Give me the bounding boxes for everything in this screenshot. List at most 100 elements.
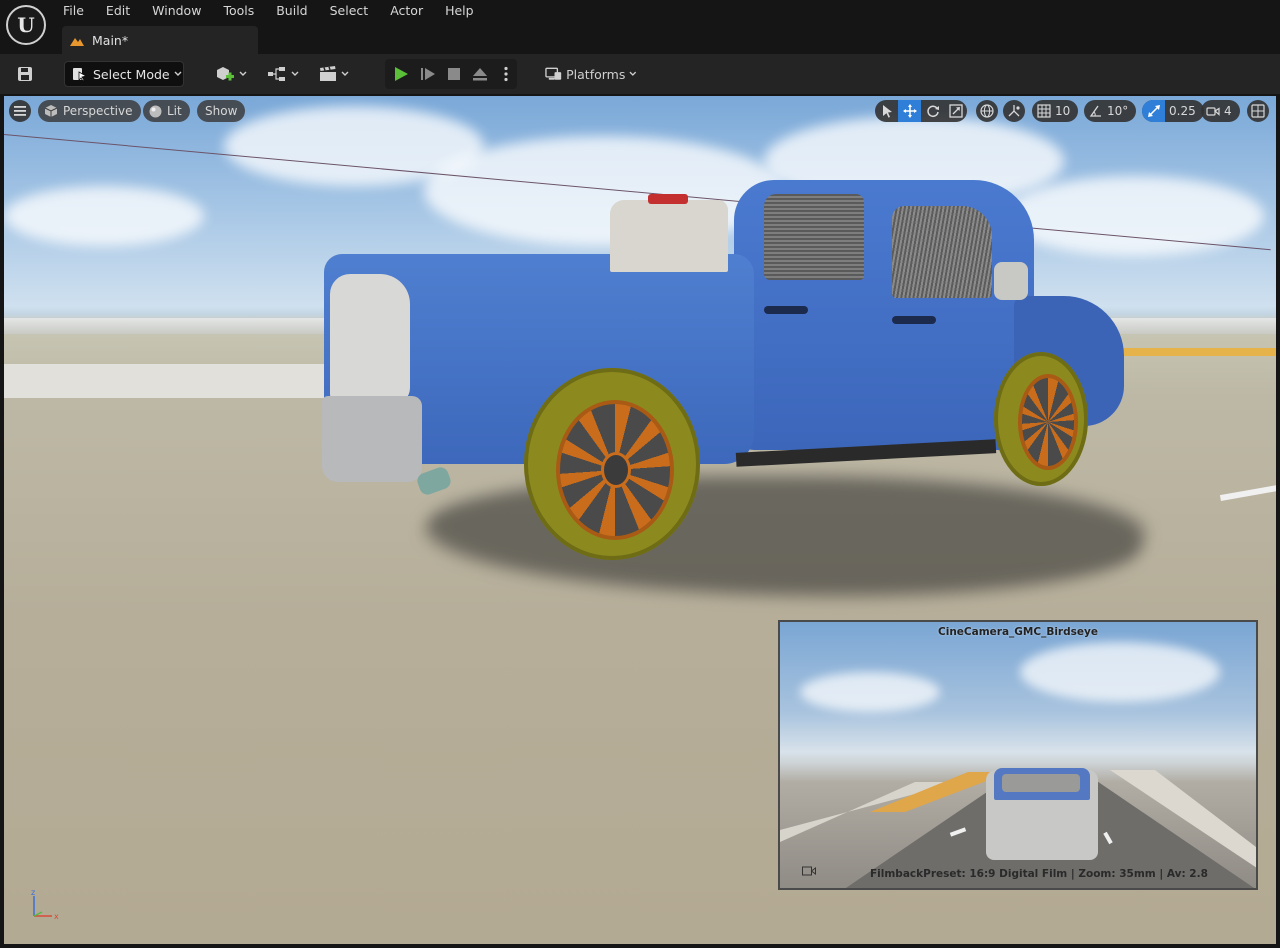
menu-build[interactable]: Build [265, 2, 318, 20]
menu-file[interactable]: File [52, 2, 95, 20]
level-icon [70, 38, 84, 46]
show-label: Show [205, 104, 238, 118]
globe-icon [980, 104, 994, 118]
step-forward-icon [421, 68, 435, 80]
truck-brake-light [648, 194, 688, 204]
camera-preview[interactable]: CineCamera_GMC_Birdseye FilmbackPreset: … [778, 620, 1258, 890]
select-mode-dropdown[interactable]: Select Mode [64, 61, 184, 87]
svg-text:z: z [31, 888, 35, 897]
cube-icon [44, 105, 58, 117]
menu-actor[interactable]: Actor [379, 2, 434, 20]
transform-tools [875, 100, 967, 122]
eject-button[interactable] [471, 65, 489, 83]
layout-grid-icon [1251, 104, 1265, 118]
lit-sphere-icon [149, 105, 162, 117]
cloud [1004, 176, 1264, 256]
show-flags-button[interactable]: Show [197, 100, 246, 122]
rear-hub [601, 452, 631, 488]
road-yellow-line [1114, 348, 1276, 356]
menu-edit[interactable]: Edit [95, 2, 141, 20]
truck-rear-window [610, 200, 728, 272]
scale-snap-toggle[interactable] [1142, 100, 1165, 122]
rotate-tool-button[interactable] [921, 100, 944, 122]
add-actor-icon [217, 67, 234, 81]
camera-speed-toggle[interactable] [1201, 100, 1224, 122]
truck-shadow [413, 476, 1155, 596]
select-tool-button[interactable] [875, 100, 898, 122]
camera-speed-control[interactable]: 4 [1201, 100, 1240, 122]
truck-window-rear-door [764, 194, 864, 280]
grid-snap-value: 10 [1055, 104, 1071, 118]
view-mode-button[interactable]: Lit [143, 100, 190, 122]
road-median [4, 364, 365, 398]
grid-snap-toggle[interactable] [1032, 100, 1055, 122]
hamburger-menu-icon [14, 106, 26, 116]
main-menu: File Edit Window Tools Build Select Acto… [52, 2, 485, 20]
scale-snap-value: 0.25 [1169, 104, 1196, 118]
play-button[interactable] [392, 65, 410, 83]
angle-icon [1089, 105, 1101, 117]
select-mode-icon [73, 68, 87, 81]
scale-tool-button[interactable] [944, 100, 967, 122]
platforms-label: Platforms [566, 66, 626, 82]
video-camera-icon [1205, 107, 1220, 116]
door-handle [764, 306, 808, 314]
cursor-icon [882, 105, 892, 118]
truck-mirror [994, 262, 1028, 300]
perspective-button[interactable]: Perspective [38, 100, 141, 122]
move-arrows-icon [902, 104, 917, 118]
rotation-snap-value: 10° [1107, 104, 1129, 118]
menu-bar: U File Edit Window Tools Build Select Ac… [0, 0, 1280, 54]
cloud [1020, 642, 1220, 702]
level-tab[interactable]: Main* [62, 26, 258, 54]
viewport-layout-button[interactable] [1247, 100, 1269, 122]
preview-truck-window [1002, 774, 1080, 792]
chevron-down-icon [239, 71, 247, 76]
menu-tools[interactable]: Tools [212, 2, 265, 20]
coordinate-system-button[interactable] [976, 100, 998, 122]
grid-snap-control[interactable]: 10 [1032, 100, 1079, 122]
cloud [424, 136, 784, 246]
front-rim [1018, 374, 1078, 470]
menu-window[interactable]: Window [141, 2, 212, 20]
stop-button[interactable] [445, 65, 463, 83]
eject-icon [473, 68, 487, 81]
perspective-label: Perspective [63, 104, 133, 118]
chevron-down-icon [174, 71, 182, 76]
camera-preview-caption: FilmbackPreset: 16:9 Digital Film | Zoom… [870, 868, 1208, 880]
platforms-icon [545, 67, 562, 80]
scale-icon [948, 104, 963, 118]
camera-preview-title: CineCamera_GMC_Birdseye [938, 626, 1098, 638]
quick-add-button[interactable] [212, 61, 250, 87]
advance-frame-button[interactable] [419, 65, 437, 83]
truck-tailgate [330, 274, 410, 404]
cloud [800, 672, 940, 712]
viewport-options-button[interactable] [9, 100, 31, 122]
door-handle [892, 316, 936, 324]
save-button[interactable] [12, 61, 38, 87]
blueprints-button[interactable] [264, 61, 302, 87]
surface-snap-button[interactable] [1003, 100, 1025, 122]
chevron-down-icon [291, 71, 299, 76]
scale-snap-control[interactable]: 0.25 [1142, 100, 1204, 122]
more-options-icon [504, 66, 508, 82]
menu-help[interactable]: Help [434, 2, 485, 20]
rotation-snap-toggle[interactable] [1084, 100, 1107, 122]
truck-window-front-door [892, 206, 992, 298]
unreal-logo-icon[interactable]: U [6, 5, 46, 45]
stop-icon [448, 68, 460, 80]
main-toolbar: Select Mode Platforms [0, 54, 1280, 94]
menu-select[interactable]: Select [319, 2, 380, 20]
truck-bumper [322, 396, 422, 482]
save-icon [18, 67, 32, 81]
platforms-button[interactable]: Platforms [545, 61, 637, 87]
rotation-snap-control[interactable]: 10° [1084, 100, 1137, 122]
level-viewport[interactable]: Perspective Lit Show 10 10° 0.25 4 z x C… [4, 96, 1276, 944]
rotate-icon [926, 105, 939, 118]
cinematics-button[interactable] [315, 61, 353, 87]
scale-snap-icon [1147, 105, 1160, 117]
play-options-button[interactable] [497, 65, 515, 83]
chevron-down-icon [341, 71, 349, 76]
camera-speed-value: 4 [1224, 104, 1232, 118]
translate-tool-button[interactable] [898, 100, 921, 122]
